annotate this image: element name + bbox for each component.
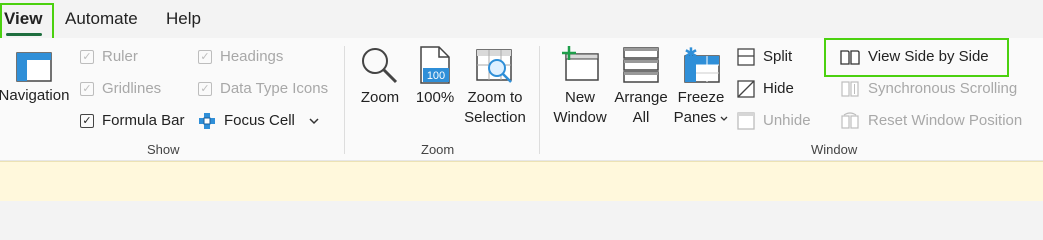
view-tab-highlight — [0, 3, 54, 42]
zoom-100-button[interactable]: 100 100% — [412, 46, 458, 108]
checkmark-icon: ✓ — [198, 50, 212, 64]
chevron-down-icon — [309, 118, 319, 125]
focus-cell-dropdown[interactable] — [309, 110, 319, 132]
data-type-icons-checkbox[interactable]: ✓ Data Type Icons — [198, 78, 328, 100]
freeze-panes-icon: ✱ — [684, 46, 720, 83]
gridlines-checkbox[interactable]: ✓ Gridlines — [80, 78, 161, 100]
synchronous-scrolling-label: Synchronous Scrolling — [868, 80, 1018, 97]
freeze-panes-label-2: Panes — [673, 109, 717, 126]
headings-checkbox[interactable]: ✓ Headings — [198, 46, 283, 68]
data-type-icons-label: Data Type Icons — [220, 80, 329, 97]
navigation-button[interactable]: Navigation — [0, 52, 74, 106]
focus-cell-button[interactable]: Focus Cell — [198, 110, 295, 132]
split-button[interactable]: Split — [737, 46, 792, 68]
split-label: Split — [763, 48, 793, 65]
arrange-all-icon — [623, 47, 659, 83]
split-icon — [737, 48, 755, 66]
ruler-checkbox[interactable]: ✓ Ruler — [80, 46, 138, 68]
unhide-label: Unhide — [763, 112, 811, 129]
zoom-to-selection-button[interactable]: Zoom to Selection — [463, 46, 527, 128]
ruler-label: Ruler — [102, 48, 138, 65]
reset-window-position-button[interactable]: Reset Window Position — [840, 110, 1022, 132]
arrange-all-button[interactable]: Arrange All — [613, 46, 669, 128]
zoom-100-icon: 100 — [420, 46, 450, 84]
synchronous-scrolling-icon — [840, 80, 860, 98]
group-divider — [539, 46, 540, 154]
tab-help[interactable]: Help — [166, 9, 201, 29]
new-window-label-1: New — [564, 89, 595, 106]
gridlines-label: Gridlines — [102, 80, 162, 97]
new-window-icon — [562, 46, 599, 81]
show-group-label: Show — [147, 142, 180, 157]
synchronous-scrolling-button[interactable]: Synchronous Scrolling — [840, 78, 1017, 100]
focus-cell-icon — [198, 112, 216, 130]
arrange-all-label-1: Arrange — [614, 89, 668, 106]
ribbon-tab-bar: View Automate Help — [0, 0, 1043, 38]
zoom-label: Zoom — [360, 89, 400, 106]
checkmark-icon: ✓ — [198, 82, 212, 96]
hide-button[interactable]: Hide — [737, 78, 794, 100]
unhide-button[interactable]: Unhide — [737, 110, 811, 132]
arrange-all-label-2: All — [632, 109, 650, 126]
checkmark-icon: ✓ — [80, 82, 94, 96]
tab-automate[interactable]: Automate — [65, 9, 138, 29]
zoom-to-selection-label-2: Selection — [464, 109, 526, 126]
zoom-group-label: Zoom — [421, 142, 455, 157]
magnifier-icon — [362, 48, 398, 84]
navigation-icon — [16, 52, 52, 82]
focus-cell-label: Focus Cell — [224, 112, 295, 129]
freeze-panes-button[interactable]: ✱ Freeze Panes — [672, 46, 730, 128]
reset-window-position-label: Reset Window Position — [868, 112, 1023, 129]
window-group-label: Window — [811, 142, 858, 157]
zoom-button[interactable]: Zoom — [355, 46, 405, 108]
zoom-100-label: 100% — [415, 89, 455, 106]
formula-bar-checkbox[interactable]: ✓ Formula Bar — [80, 110, 185, 132]
svg-text:✱: ✱ — [684, 46, 697, 63]
unhide-icon — [737, 112, 755, 130]
checkmark-icon: ✓ — [80, 50, 94, 64]
message-bar — [0, 161, 1043, 201]
new-window-button[interactable]: New Window — [548, 46, 612, 128]
new-window-label-2: Window — [553, 109, 607, 126]
hide-icon — [737, 80, 755, 98]
formula-bar-label: Formula Bar — [102, 112, 185, 129]
chevron-down-icon — [720, 116, 728, 121]
svg-text:100: 100 — [427, 70, 445, 82]
group-divider — [344, 46, 345, 154]
zoom-to-selection-label-1: Zoom to — [467, 89, 523, 106]
hide-label: Hide — [763, 80, 794, 97]
zoom-to-selection-icon — [476, 49, 512, 83]
navigation-label: Navigation — [0, 87, 70, 104]
reset-window-position-icon — [840, 112, 860, 130]
headings-label: Headings — [220, 48, 284, 65]
checkmark-icon: ✓ — [80, 114, 94, 128]
freeze-panes-label-1: Freeze — [677, 89, 725, 106]
view-side-by-side-highlight — [824, 38, 1009, 77]
